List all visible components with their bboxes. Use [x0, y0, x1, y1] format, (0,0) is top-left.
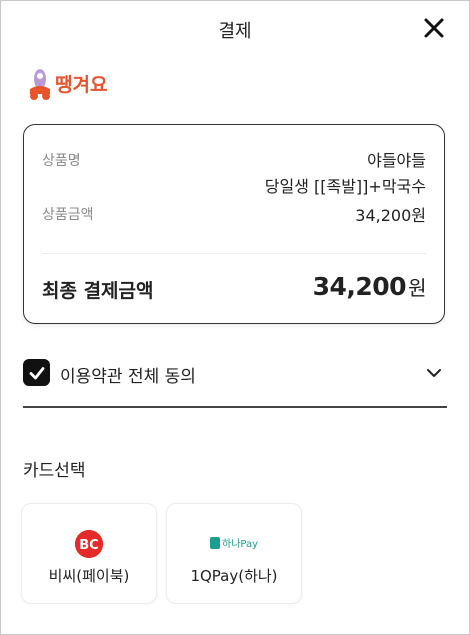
card-option-label: 비씨(페이북) — [48, 567, 130, 585]
card-option-label: 1QPay(하나) — [190, 567, 278, 585]
ttaenggyeoyo-logo: 땡겨요 — [26, 63, 141, 105]
product-amount-label: 상품금액 — [42, 207, 94, 223]
agree-all-label: 이용약관 전체 동의 — [60, 367, 196, 387]
header: 결제 — [0, 0, 470, 58]
product-amount-value: 34,200원 — [355, 206, 426, 225]
card-option-bc[interactable]: BC 비씨(페이북) — [21, 503, 157, 604]
product-name-line1: 야들야들 — [367, 151, 426, 170]
total-amount-label: 최종 결제금액 — [42, 280, 154, 302]
product-name-line2: 당일생 [[족발]]+막국수 — [264, 177, 426, 196]
chevron-down-icon — [427, 369, 441, 377]
check-icon — [29, 366, 44, 379]
total-amount-number: 34,200 — [312, 272, 407, 301]
card-option-hana[interactable]: 하나Pay 1QPay(하나) — [166, 503, 302, 604]
page-title: 결제 — [218, 21, 252, 42]
total-amount-value: 34,200 원 — [312, 272, 427, 301]
agree-all-checkbox[interactable] — [23, 359, 50, 386]
agree-all-terms-row[interactable]: 이용약관 전체 동의 — [23, 358, 447, 388]
logo-text: 땡겨요 — [55, 74, 107, 96]
svg-text:BC: BC — [79, 538, 98, 553]
product-name-label: 상품명 — [42, 153, 81, 169]
close-icon — [424, 18, 444, 38]
total-amount-unit: 원 — [408, 276, 426, 300]
bc-card-logo-icon: BC — [75, 530, 103, 558]
section-divider — [23, 406, 447, 408]
order-summary-card: 상품명 야들야들 당일생 [[족발]]+막국수 상품금액 34,200원 최종 … — [23, 124, 445, 324]
card-divider — [42, 253, 426, 254]
card-select-title: 카드선택 — [23, 461, 86, 481]
expand-terms-button[interactable] — [425, 364, 443, 382]
hana-pay-logo-text: 하나Pay — [222, 537, 258, 550]
close-button[interactable] — [420, 14, 448, 42]
hana-pay-logo-icon: 하나Pay — [210, 536, 260, 550]
